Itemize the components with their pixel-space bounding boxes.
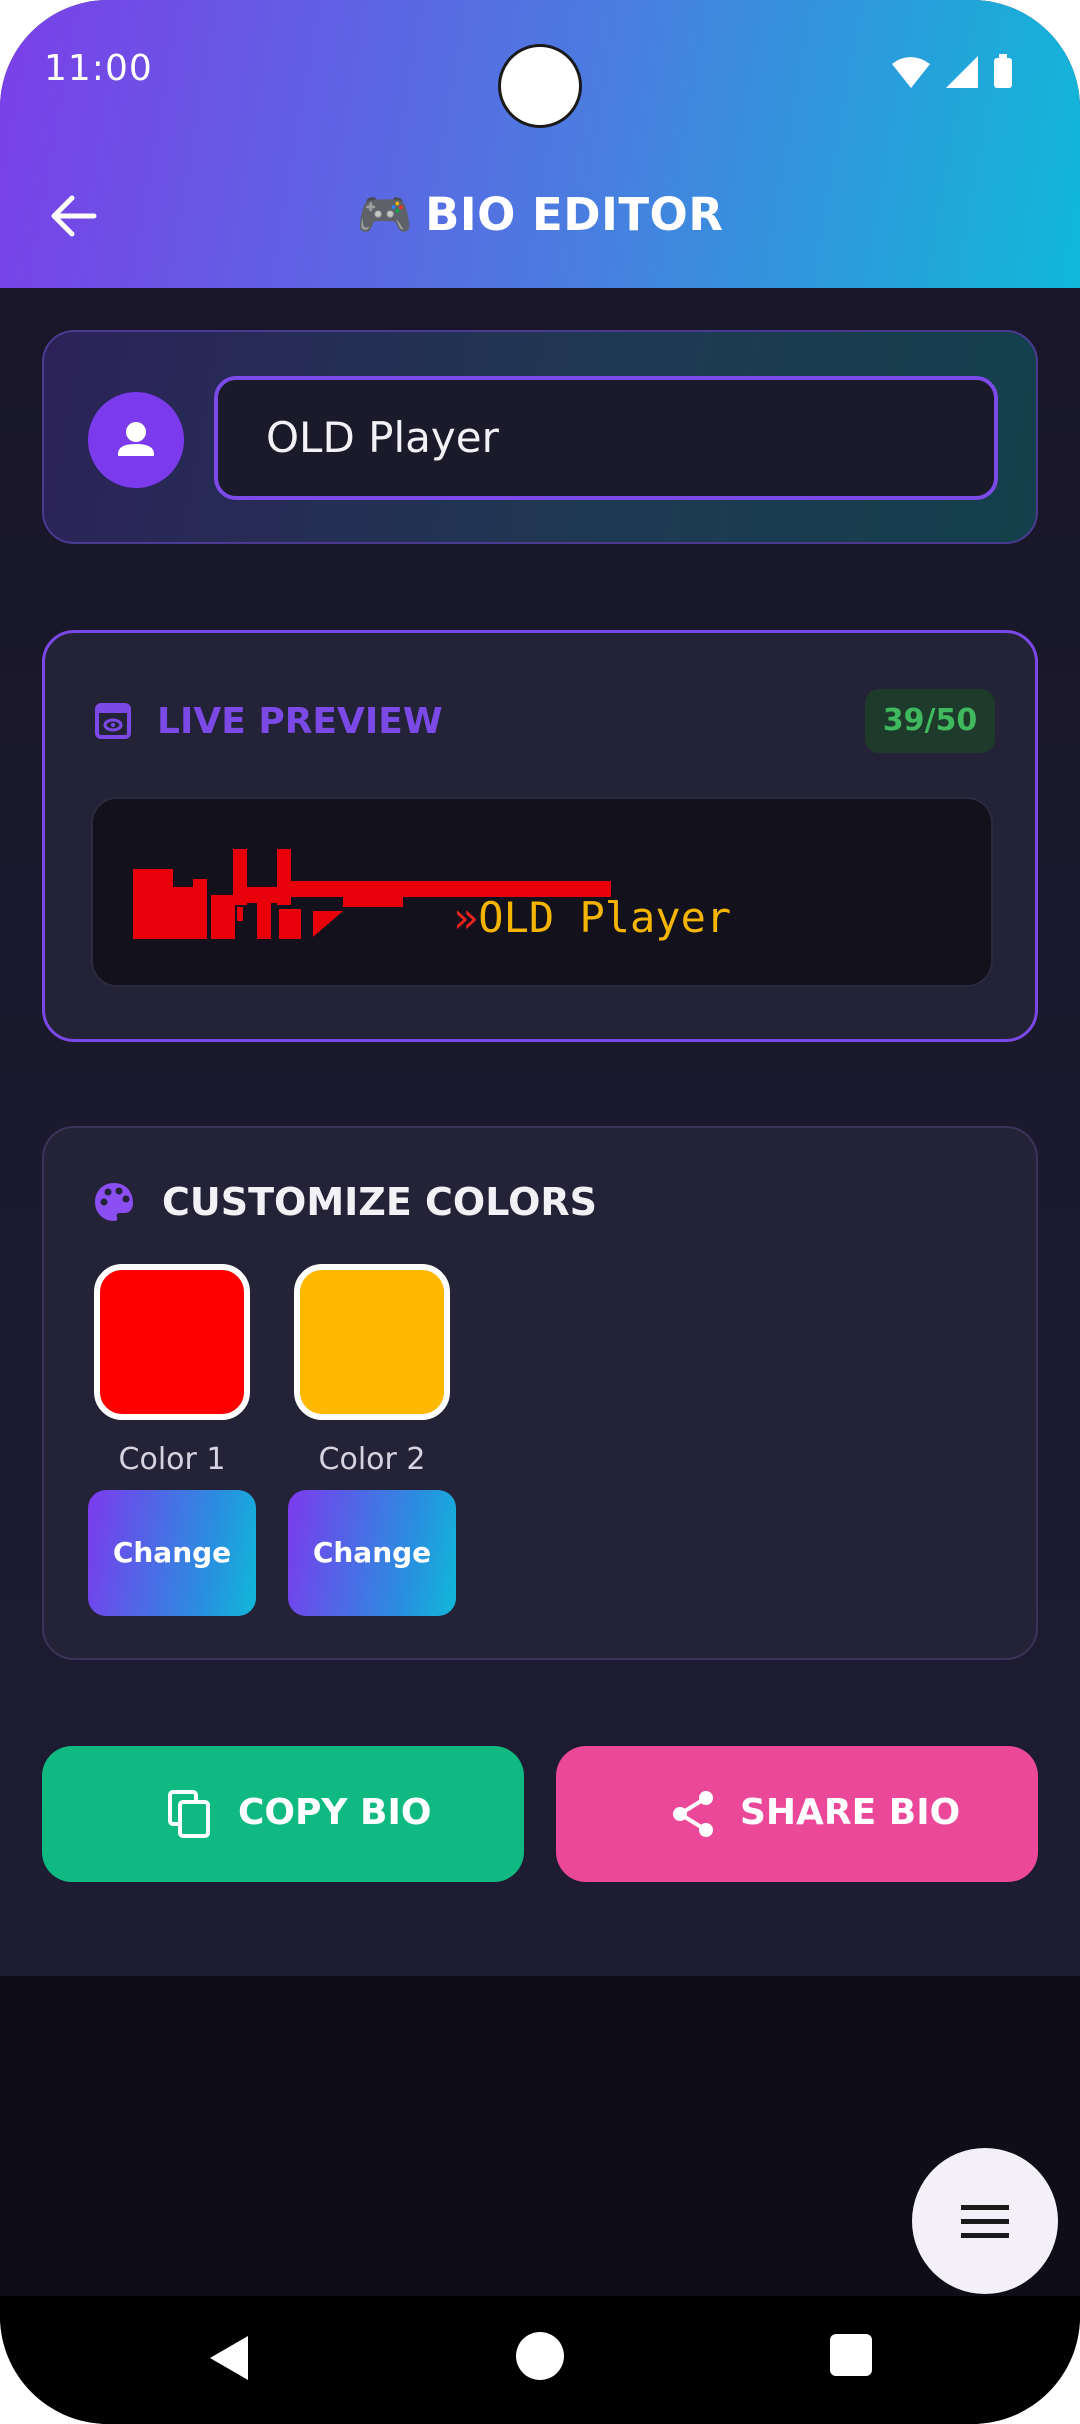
change-color-2-button[interactable]: Change <box>288 1490 456 1616</box>
color-2-swatch[interactable] <box>294 1264 450 1420</box>
gamepad-icon: 🎮 <box>356 188 414 241</box>
color-1-swatch[interactable] <box>94 1264 250 1420</box>
person-icon <box>118 422 154 456</box>
status-time: 11:00 <box>44 48 153 89</box>
preview-box: »OLD Player <box>91 797 993 987</box>
share-icon <box>673 1791 713 1837</box>
preview-text: »OLD Player <box>453 893 731 942</box>
status-icons <box>892 54 1012 88</box>
copy-bio-label: COPY BIO <box>238 1792 432 1833</box>
avatar <box>88 392 184 488</box>
color-2-label: Color 2 <box>318 1442 426 1477</box>
preview-arrow: » <box>453 893 479 942</box>
camera-cutout <box>498 44 582 128</box>
copy-bio-button[interactable]: COPY BIO <box>42 1746 524 1882</box>
menu-fab[interactable] <box>912 2148 1058 2294</box>
system-nav-bar <box>0 2296 1080 2424</box>
share-bio-label: SHARE BIO <box>740 1792 961 1833</box>
signal-icon <box>946 56 978 88</box>
preview-name: OLD Player <box>478 893 732 942</box>
nav-back-icon[interactable] <box>200 2328 260 2388</box>
player-name-input[interactable]: OLD Player <box>214 376 998 500</box>
app-bar: 11:00 🎮 BIO EDITOR <box>0 0 1080 288</box>
color-1-label: Color 1 <box>118 1442 226 1477</box>
colors-title: CUSTOMIZE COLORS <box>162 1180 598 1224</box>
customize-colors-card: CUSTOMIZE COLORS Color 1 Change Color 2 … <box>42 1126 1038 1660</box>
battery-icon <box>994 58 1012 88</box>
live-preview-card: LIVE PREVIEW 39/50 »OLD Player <box>42 630 1038 1042</box>
wifi-icon <box>892 57 930 88</box>
preview-title: LIVE PREVIEW <box>157 701 443 742</box>
page-title: 🎮 BIO EDITOR <box>0 188 1080 241</box>
share-bio-button[interactable]: SHARE BIO <box>556 1746 1038 1882</box>
page-title-text: BIO EDITOR <box>425 188 724 241</box>
preview-icon <box>95 703 131 739</box>
copy-icon <box>168 1790 210 1838</box>
nav-recents-icon[interactable] <box>830 2334 872 2376</box>
phone-screen: 11:00 🎮 BIO EDITOR OLD Player LIVE PREVI… <box>0 0 1080 2424</box>
character-count-badge: 39/50 <box>865 689 995 753</box>
name-card: OLD Player <box>42 330 1038 544</box>
palette-icon <box>95 1183 133 1221</box>
menu-icon <box>961 2205 1009 2238</box>
nav-home-icon[interactable] <box>516 2332 564 2380</box>
change-color-1-button[interactable]: Change <box>88 1490 256 1616</box>
